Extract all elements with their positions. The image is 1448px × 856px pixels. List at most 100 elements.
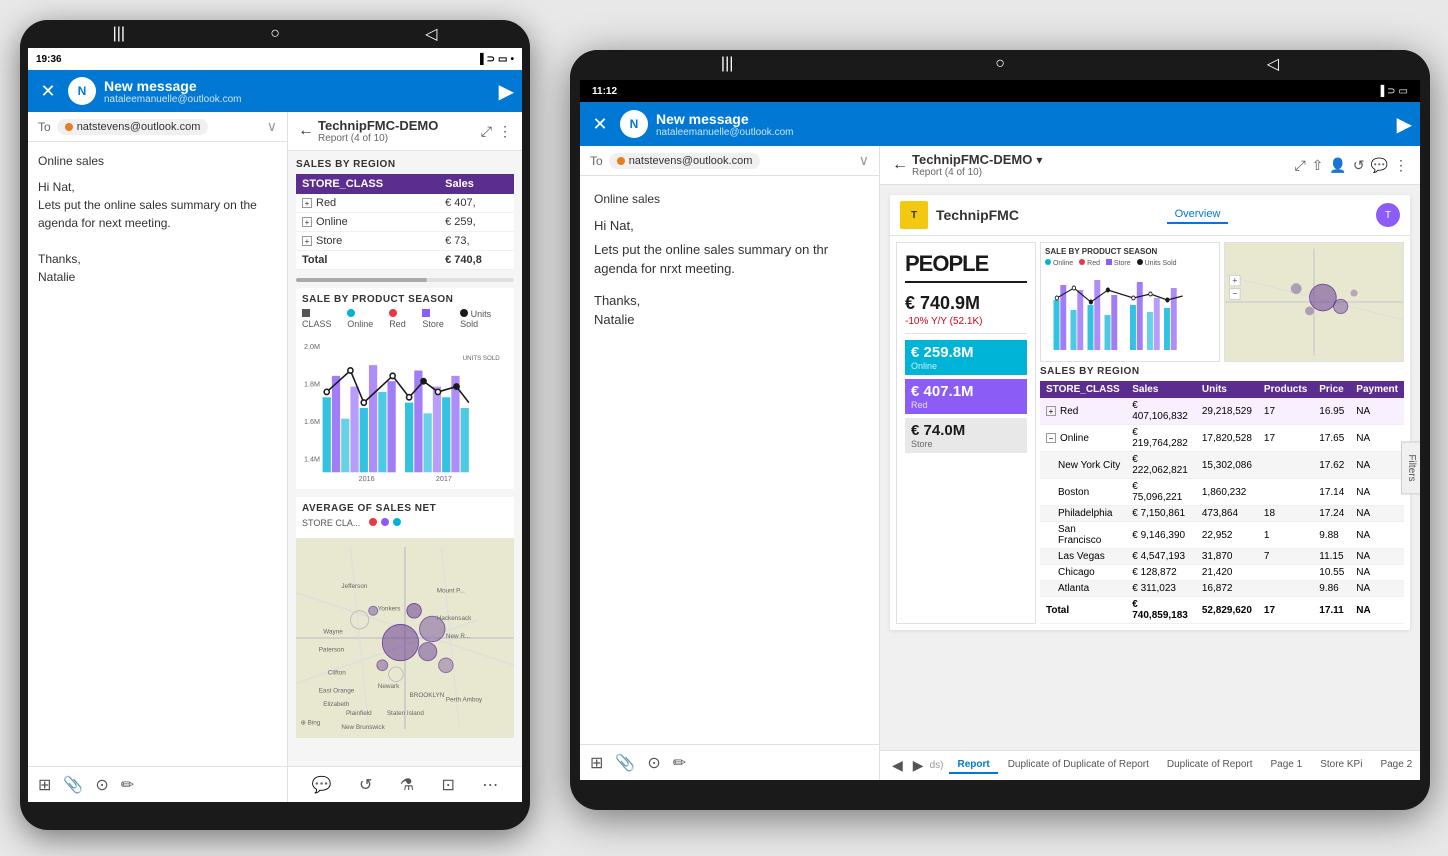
clipboard-icon-large[interactable]: ⊞ (590, 753, 603, 773)
red-kpi: € 407.1M Red (905, 379, 1027, 414)
send-button-large[interactable]: ▶ (1397, 112, 1412, 137)
filters-tab[interactable]: Filters (1401, 441, 1420, 494)
email-body-small[interactable]: Online sales Hi Nat, Lets put the online… (28, 142, 287, 766)
camera-icon-large[interactable]: ⊙ (647, 753, 660, 773)
svg-text:UNITS SOLD: UNITS SOLD (463, 355, 500, 362)
signal-icon-large: ▐ (1377, 86, 1384, 97)
email-title-small: New message (104, 78, 491, 94)
wifi-icon-large: ⊃ (1387, 86, 1395, 97)
pbi-card: T TechnipFMC Overview T P (890, 195, 1410, 630)
attachment-icon-large[interactable]: 📎 (615, 753, 635, 773)
avatar-small: N (68, 77, 96, 105)
menu-icon-small[interactable]: ⋮ (498, 123, 512, 140)
home-sys-large[interactable]: ○ (995, 55, 1005, 73)
recents-sys-large[interactable]: ◁ (1267, 54, 1279, 74)
back-icon-small[interactable]: ← (298, 122, 314, 140)
pbi-nav-tab[interactable]: Overview (1167, 206, 1229, 224)
expand-icon-small[interactable]: ⤢ (481, 123, 492, 140)
report-name-large: TechnipFMC-DEMO (912, 152, 1032, 167)
svg-text:1.8M: 1.8M (304, 379, 320, 388)
email-body-text-small: Hi Nat, Lets put the online sales summar… (38, 178, 277, 286)
email-body-large[interactable]: Online sales Hi Nat, Lets put the online… (580, 176, 879, 744)
svg-text:Elizabeth: Elizabeth (323, 701, 350, 708)
contact-dot-large (617, 157, 625, 165)
mini-chart-title: SALE BY PRODUCT SEASON (1045, 247, 1215, 256)
tab-dup[interactable]: Duplicate of Report (1159, 757, 1261, 774)
chevron-down-icon-large: ∨ (859, 152, 869, 169)
filter-icon-small[interactable]: ⚗ (400, 775, 414, 795)
dropdown-icon-large[interactable]: ▾ (1036, 153, 1042, 167)
page-icon-small[interactable]: ⊡ (441, 775, 454, 795)
sales-by-region-table-small: STORE_CLASS Sales +Red € 407, +Online (296, 174, 514, 270)
tab-dup-dup[interactable]: Duplicate of Duplicate of Report (1000, 757, 1157, 774)
battery-icon-large: ▭ (1399, 86, 1408, 97)
report-content-small[interactable]: SALES BY REGION STORE_CLASS Sales +Red € (288, 151, 522, 766)
third-kpi: € 74.0M Store (905, 418, 1027, 453)
email-bottom-toolbar-small: ⊞ 📎 ⊙ ✏ (28, 766, 287, 802)
report-content-large[interactable]: Filters T TechnipFMC Overview T (880, 185, 1420, 750)
chart-legend-small: CLASS Online Red Store Units Sold (302, 309, 508, 329)
table-row: +Online € 259, (296, 213, 514, 232)
time-small: 19:36 (36, 54, 62, 65)
sales-region-section-large: SALES BY REGION STORE_CLASS Sales Units … (1040, 366, 1404, 624)
split-view-small: To natstevens@outlook.com ∨ Online sales… (28, 112, 522, 802)
svg-text:+: + (1232, 275, 1237, 285)
tab-page1[interactable]: Page 1 (1263, 757, 1311, 774)
send-button-small[interactable]: ▶ (499, 79, 514, 104)
small-tablet: 19:36 ▐ ⊃ ▭ • ✕ N New message nataleeman… (20, 20, 530, 830)
chart-area-small: 2.0M 1.8M 1.6M 1.4M 2016 2017 (302, 333, 508, 483)
map-mini-svg: − + (1225, 243, 1403, 361)
draw-icon-large[interactable]: ✏ (673, 753, 686, 773)
time-large: 11:12 (592, 86, 617, 97)
attachment-icon-small[interactable]: 📎 (63, 775, 83, 795)
back-icon-large[interactable]: ← (892, 156, 908, 174)
table-row: Chicago € 128,872 21,420 10.55 NA (1040, 565, 1404, 581)
email-header-small: ✕ N New message nataleemanuelle@outlook.… (28, 70, 522, 112)
tab-page2[interactable]: Page 2 (1372, 757, 1420, 774)
back-sys-large[interactable]: ||| (721, 55, 733, 73)
svg-text:1.4M: 1.4M (304, 454, 320, 463)
table-row: New York City € 222,062,821 15,302,086 1… (1040, 452, 1404, 479)
col-products: Products (1258, 381, 1313, 398)
map-title-small: AVERAGE OF SALES NET STORE CLA... (296, 497, 514, 538)
refresh-icon-large[interactable]: ↺ (1353, 157, 1365, 174)
svg-text:Clifton: Clifton (328, 669, 346, 676)
large-tablet: 11:12 ▐ ⊃ ▭ ✕ N New message nataleemanue… (570, 50, 1430, 810)
email-title-large: New message (656, 111, 1389, 127)
tab-report[interactable]: Report (949, 757, 997, 774)
to-row-small: To natstevens@outlook.com ∨ (28, 112, 287, 142)
prev-page-btn[interactable]: ◀ (888, 757, 907, 774)
legend-store: Store (422, 309, 452, 329)
tab-store-kpi[interactable]: Store KPi (1312, 757, 1370, 774)
back-sys-small[interactable]: ||| (113, 25, 125, 43)
undo-icon-small[interactable]: ↺ (359, 775, 372, 795)
home-sys-small[interactable]: ○ (270, 25, 280, 43)
menu-icon-large[interactable]: ⋮ (1394, 157, 1408, 174)
online-label: Online (911, 361, 1021, 371)
chat-icon-small[interactable]: 💬 (312, 775, 332, 795)
recents-sys-small[interactable]: ◁ (425, 24, 437, 44)
table-row: Boston € 75,096,221 1,860,232 17.14 NA (1040, 479, 1404, 506)
svg-text:Hackensack: Hackensack (437, 615, 472, 622)
expand-icon-large[interactable]: ⤢ (1294, 157, 1305, 174)
email-bottom-toolbar-large: ⊞ 📎 ⊙ ✏ (580, 744, 879, 780)
bottom-nav-small: 💬 ↺ ⚗ ⊡ ⋯ (288, 766, 522, 802)
clipboard-icon-small[interactable]: ⊞ (38, 775, 51, 795)
report-panel-large: ← TechnipFMC-DEMO ▾ Report (4 of 10) ⤢ ⇧ (880, 146, 1420, 780)
col-sales: Sales (1126, 381, 1196, 398)
camera-icon-small[interactable]: ⊙ (95, 775, 108, 795)
chevron-down-icon-small: ∨ (267, 118, 277, 135)
to-email-small: natstevens@outlook.com (57, 119, 209, 135)
user-icon-large[interactable]: 👤 (1329, 157, 1346, 174)
close-button-small[interactable]: ✕ (36, 81, 60, 102)
more-icon-small[interactable]: ⋯ (482, 775, 498, 795)
report-sub-large: Report (4 of 10) (912, 167, 1042, 178)
next-page-btn[interactable]: ▶ (909, 757, 928, 774)
comment-icon-large[interactable]: 💬 (1371, 157, 1388, 174)
close-button-large[interactable]: ✕ (588, 114, 612, 135)
draw-icon-small[interactable]: ✏ (121, 775, 134, 795)
share-icon-large[interactable]: ⇧ (1312, 157, 1324, 174)
status-bar-small: 19:36 ▐ ⊃ ▭ • (28, 48, 522, 70)
store-value: € 407.1M (911, 383, 1021, 400)
svg-text:New Brunswick: New Brunswick (341, 724, 385, 731)
